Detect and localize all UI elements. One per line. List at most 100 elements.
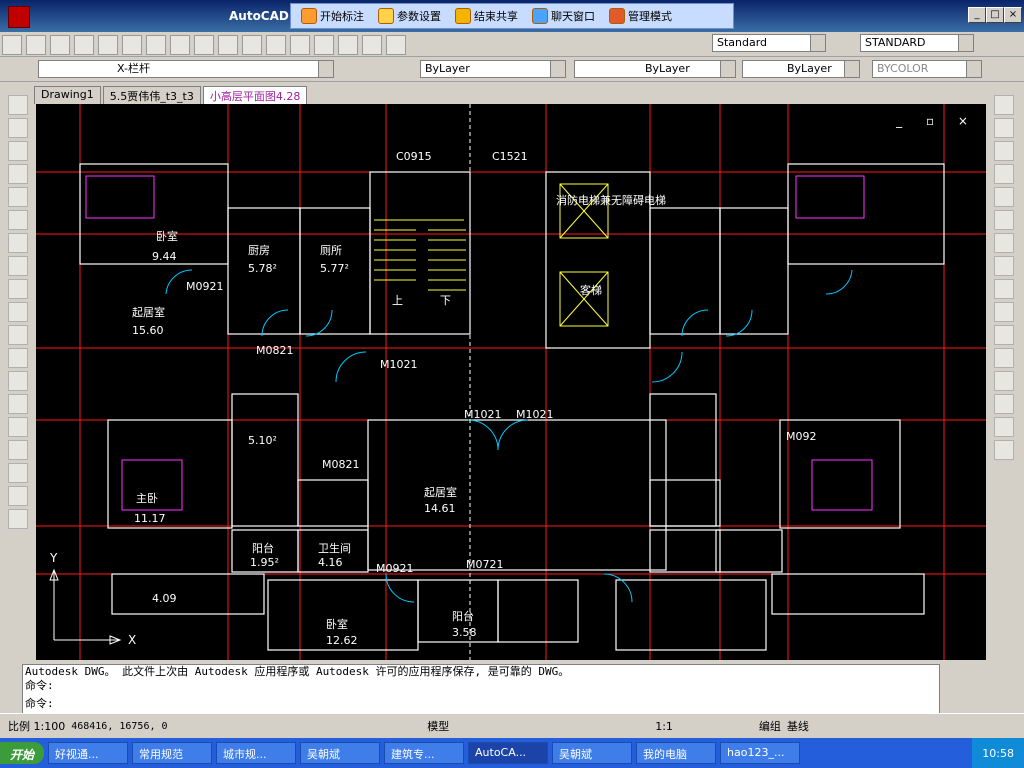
zoom-icon[interactable]: [290, 35, 310, 55]
open-icon[interactable]: [26, 35, 46, 55]
region-icon[interactable]: [8, 463, 28, 483]
annotation-scale[interactable]: 1:1: [655, 720, 673, 733]
pan-icon[interactable]: [266, 35, 286, 55]
dim-style-select[interactable]: STANDARD: [860, 34, 974, 52]
fillet-icon[interactable]: [994, 417, 1014, 437]
properties-icon[interactable]: [338, 35, 358, 55]
modify-toolbar: [992, 92, 1016, 572]
explode-icon[interactable]: [994, 440, 1014, 460]
end-share-button[interactable]: 结束共享: [455, 8, 518, 24]
app-logo-icon[interactable]: [8, 6, 30, 28]
scale-readout[interactable]: 比例 1:100: [0, 718, 65, 734]
array-icon[interactable]: [994, 187, 1014, 207]
task-item[interactable]: 吴朝斌: [552, 742, 633, 764]
plan-label: M0721: [466, 558, 504, 571]
plotstyle-select[interactable]: BYCOLOR: [872, 60, 982, 78]
make-block-icon[interactable]: [8, 371, 28, 391]
hatch-icon[interactable]: [8, 417, 28, 437]
maximize-button[interactable]: □: [986, 7, 1004, 23]
text-style-select[interactable]: Standard: [712, 34, 826, 52]
plan-label: 15.60: [132, 324, 164, 337]
ellipse-arc-icon[interactable]: [8, 325, 28, 345]
polyline-icon[interactable]: [8, 141, 28, 161]
chat-icon: [532, 8, 548, 24]
copy-obj-icon[interactable]: [994, 118, 1014, 138]
plan-label: M1021: [380, 358, 418, 371]
print-icon[interactable]: [74, 35, 94, 55]
copy-icon[interactable]: [170, 35, 190, 55]
help-icon[interactable]: [386, 35, 406, 55]
task-item[interactable]: 城市规...: [216, 742, 297, 764]
command-history-line: Autodesk DWG。 此文件上次由 Autodesk 应用程序或 Auto…: [25, 665, 570, 678]
user-icon: [609, 8, 625, 24]
new-icon[interactable]: [2, 35, 22, 55]
start-button[interactable]: 开始: [0, 742, 45, 764]
start-markup-button[interactable]: 开始标注: [301, 8, 364, 24]
settings-button[interactable]: 参数设置: [378, 8, 441, 24]
ellipse-icon[interactable]: [8, 302, 28, 322]
redo-icon[interactable]: [242, 35, 262, 55]
command-line[interactable]: Autodesk DWG。 此文件上次由 Autodesk 应用程序或 Auto…: [22, 664, 940, 714]
cut-icon[interactable]: [146, 35, 166, 55]
plan-label: 上: [392, 294, 403, 307]
ucs-icon: [49, 568, 122, 645]
tab-floor-plan[interactable]: 小高层平面图4.28: [202, 86, 308, 104]
extend-icon[interactable]: [994, 325, 1014, 345]
layer-select[interactable]: X-栏杆: [38, 60, 334, 78]
tab-drawing1[interactable]: Drawing1: [34, 86, 101, 104]
line-icon[interactable]: [8, 95, 28, 115]
design-center-icon[interactable]: [362, 35, 382, 55]
mtext-icon[interactable]: [8, 509, 28, 529]
point-icon[interactable]: [8, 394, 28, 414]
chat-window-button[interactable]: 聊天窗口: [532, 8, 595, 24]
trim-icon[interactable]: [994, 302, 1014, 322]
task-item-autocad[interactable]: AutoCA...: [468, 742, 549, 764]
system-clock: 10:58: [972, 738, 1024, 768]
stairs: [374, 219, 466, 291]
move-icon[interactable]: [994, 210, 1014, 230]
table-icon[interactable]: [8, 486, 28, 506]
task-item[interactable]: hao123_...: [720, 742, 801, 764]
floor-plan-svg: C0915 C1521消防电梯兼无障碍电梯客梯卧室9.44 厨房5.78²厕所5.7…: [36, 104, 986, 660]
model-toggle[interactable]: 模型: [427, 718, 449, 734]
xline-icon[interactable]: [8, 118, 28, 138]
chamfer-icon[interactable]: [994, 394, 1014, 414]
close-button[interactable]: ×: [1004, 7, 1022, 23]
stretch-icon[interactable]: [994, 279, 1014, 299]
circle-icon[interactable]: [8, 233, 28, 253]
erase-icon[interactable]: [994, 95, 1014, 115]
break-icon[interactable]: [994, 348, 1014, 368]
color-select[interactable]: ByLayer: [420, 60, 566, 78]
lineweight-select[interactable]: ByLayer: [742, 60, 860, 78]
group-toggle[interactable]: 编组: [759, 718, 781, 734]
task-item[interactable]: 吴朝斌: [300, 742, 381, 764]
spline-icon[interactable]: [8, 279, 28, 299]
arc-icon[interactable]: [8, 210, 28, 230]
insert-block-icon[interactable]: [8, 348, 28, 368]
rotate-icon[interactable]: [994, 233, 1014, 253]
admin-mode-button[interactable]: 管理模式: [609, 8, 672, 24]
task-item[interactable]: 常用规范: [132, 742, 213, 764]
publish-icon[interactable]: [122, 35, 142, 55]
zoom-window-icon[interactable]: [314, 35, 334, 55]
offset-icon[interactable]: [994, 164, 1014, 184]
save-icon[interactable]: [50, 35, 70, 55]
rectangle-icon[interactable]: [8, 187, 28, 207]
task-item[interactable]: 我的电脑: [636, 742, 717, 764]
task-item[interactable]: 好视通...: [48, 742, 129, 764]
undo-icon[interactable]: [218, 35, 238, 55]
mirror-icon[interactable]: [994, 141, 1014, 161]
join-icon[interactable]: [994, 371, 1014, 391]
minimize-button[interactable]: _: [968, 7, 986, 23]
linetype-select[interactable]: ByLayer: [574, 60, 736, 78]
baseline-toggle[interactable]: 基线: [787, 718, 809, 734]
gradient-icon[interactable]: [8, 440, 28, 460]
revcloud-icon[interactable]: [8, 256, 28, 276]
preview-icon[interactable]: [98, 35, 118, 55]
polygon-icon[interactable]: [8, 164, 28, 184]
task-item[interactable]: 建筑专...: [384, 742, 465, 764]
scale-icon[interactable]: [994, 256, 1014, 276]
tab-drawing2[interactable]: 5.5贾伟伟_t3_t3: [102, 86, 201, 104]
drawing-canvas[interactable]: C0915 C1521 消防电梯兼无障碍电梯 客梯 卧室 9.44 厨房 5.78² 厕所 5.7…: [36, 104, 986, 660]
paste-icon[interactable]: [194, 35, 214, 55]
